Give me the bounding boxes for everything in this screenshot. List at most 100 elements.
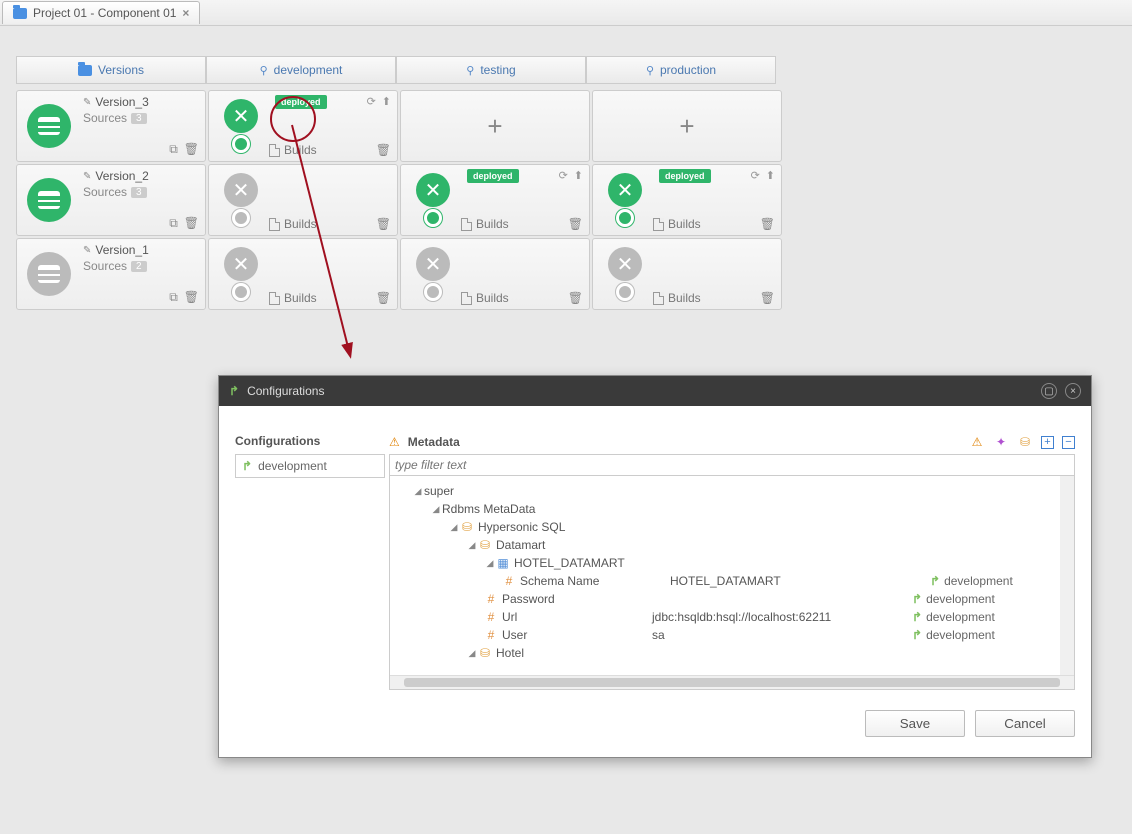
copy-icon[interactable]: ⧉ xyxy=(169,290,178,305)
warning-icon[interactable]: ⚠ xyxy=(969,434,985,450)
trash-icon[interactable]: 🗑 xyxy=(568,291,583,305)
config-item-development[interactable]: ↱ development xyxy=(235,454,385,478)
tree-toggle[interactable]: ◢ xyxy=(466,648,478,659)
edit-icon[interactable]: ✎ xyxy=(83,245,91,256)
branch-icon: ↱ xyxy=(229,384,239,398)
file-icon xyxy=(269,292,280,305)
branch-icon: ↱ xyxy=(930,574,940,588)
dot-icon xyxy=(616,209,634,227)
refresh-icon[interactable]: ⟳ xyxy=(751,169,760,182)
col-versions[interactable]: Versions xyxy=(16,56,206,84)
table-icon: ▦ xyxy=(496,556,510,570)
tab-close-icon[interactable]: × xyxy=(182,6,189,20)
wrench-icon: ✕ xyxy=(416,173,450,207)
save-button[interactable]: Save xyxy=(865,710,965,737)
deployed-badge: deployed xyxy=(659,169,711,183)
warning-icon: ⚠ xyxy=(389,435,400,449)
trash-icon[interactable]: 🗑 xyxy=(760,217,775,231)
dialog-title: Configurations xyxy=(247,384,324,398)
project-tab[interactable]: Project 01 - Component 01 × xyxy=(2,1,200,24)
upload-icon[interactable]: ⬆ xyxy=(574,169,583,182)
tree-toggle[interactable]: ◢ xyxy=(466,540,478,551)
build-card-test-1[interactable]: ✕ Builds 🗑 xyxy=(400,238,590,310)
version-card-3[interactable]: ✎Version_3 Sources3 ⧉🗑 xyxy=(16,90,206,162)
cancel-button[interactable]: Cancel xyxy=(975,710,1075,737)
trash-icon[interactable]: 🗑 xyxy=(184,142,199,157)
build-card-prod-2[interactable]: ✕ deployed ⟳⬆ Builds 🗑 xyxy=(592,164,782,236)
edit-icon[interactable]: ✎ xyxy=(83,97,91,108)
trash-icon[interactable]: 🗑 xyxy=(760,291,775,305)
trash-icon[interactable]: 🗑 xyxy=(184,290,199,305)
collapse-all-icon[interactable]: − xyxy=(1062,436,1075,449)
build-card-dev-2[interactable]: ✕ Builds 🗑 xyxy=(208,164,398,236)
copy-icon[interactable]: ⧉ xyxy=(169,142,178,157)
wrench-icon: ✕ xyxy=(416,247,450,281)
deployed-badge: deployed xyxy=(467,169,519,183)
hash-icon: # xyxy=(502,574,516,588)
close-icon[interactable]: × xyxy=(1065,383,1081,399)
upload-icon[interactable]: ⬆ xyxy=(382,95,391,108)
configurations-header: Configurations xyxy=(235,434,385,448)
database-icon xyxy=(27,252,71,296)
configurations-panel: Configurations ↱ development xyxy=(235,434,385,745)
wand-icon[interactable]: ✦ xyxy=(993,434,1009,450)
tree-toggle[interactable]: ◢ xyxy=(430,504,442,515)
expand-all-icon[interactable]: + xyxy=(1041,436,1054,449)
deployed-badge: deployed xyxy=(275,95,327,109)
card-grid: ✎Version_3 Sources3 ⧉🗑 ✕ deployed ⟳⬆ Bui… xyxy=(0,84,1132,318)
hash-icon: # xyxy=(484,628,498,642)
build-card-prod-1[interactable]: ✕ Builds 🗑 xyxy=(592,238,782,310)
add-build-testing[interactable]: + xyxy=(400,90,590,162)
build-card-dev-3[interactable]: ✕ deployed ⟳⬆ Builds 🗑 xyxy=(208,90,398,162)
trash-icon[interactable]: 🗑 xyxy=(568,217,583,231)
wrench-icon: ✕ xyxy=(224,99,258,133)
file-icon xyxy=(653,218,664,231)
horizontal-scrollbar[interactable] xyxy=(390,675,1074,689)
datamart-icon: ⛁ xyxy=(478,538,492,552)
column-headers: Versions ⚲development ⚲testing ⚲producti… xyxy=(0,56,1132,84)
share-icon: ⚲ xyxy=(466,64,474,77)
vertical-scrollbar[interactable] xyxy=(1060,476,1074,675)
trash-icon[interactable]: 🗑 xyxy=(376,217,391,231)
trash-icon[interactable]: 🗑 xyxy=(184,216,199,231)
refresh-icon[interactable]: ⟳ xyxy=(559,169,568,182)
share-icon: ⚲ xyxy=(646,64,654,77)
tab-title: Project 01 - Component 01 xyxy=(33,6,176,20)
branch-icon: ↱ xyxy=(912,628,922,642)
tree-toggle[interactable]: ◢ xyxy=(448,522,460,533)
branch-icon: ↱ xyxy=(242,459,252,473)
tab-bar: Project 01 - Component 01 × xyxy=(0,0,1132,26)
metadata-panel: ⚠ Metadata ⚠ ✦ ⛁ + − ◢super ◢Rdbms MetaD… xyxy=(389,434,1075,745)
col-development[interactable]: ⚲development xyxy=(206,56,396,84)
trash-icon[interactable]: 🗑 xyxy=(376,143,391,157)
upload-icon[interactable]: ⬆ xyxy=(766,169,775,182)
trash-icon[interactable]: 🗑 xyxy=(376,291,391,305)
database-icon[interactable]: ⛁ xyxy=(1017,434,1033,450)
edit-icon[interactable]: ✎ xyxy=(83,171,91,182)
file-icon xyxy=(269,218,280,231)
filter-input[interactable] xyxy=(389,454,1075,476)
branch-icon: ↱ xyxy=(912,592,922,606)
restore-icon[interactable]: ▢ xyxy=(1041,383,1057,399)
wrench-icon: ✕ xyxy=(224,173,258,207)
col-testing[interactable]: ⚲testing xyxy=(396,56,586,84)
version-card-2[interactable]: ✎Version_2 Sources3 ⧉🗑 xyxy=(16,164,206,236)
tree-toggle[interactable]: ◢ xyxy=(412,486,424,497)
file-icon xyxy=(269,144,280,157)
build-card-test-2[interactable]: ✕ deployed ⟳⬆ Builds 🗑 xyxy=(400,164,590,236)
build-card-dev-1[interactable]: ✕ Builds 🗑 xyxy=(208,238,398,310)
col-production[interactable]: ⚲production xyxy=(586,56,776,84)
copy-icon[interactable]: ⧉ xyxy=(169,216,178,231)
count-badge: 3 xyxy=(131,187,147,198)
wrench-icon: ✕ xyxy=(224,247,258,281)
add-build-production[interactable]: + xyxy=(592,90,782,162)
refresh-icon[interactable]: ⟳ xyxy=(367,95,376,108)
database-icon: ⛁ xyxy=(460,520,474,534)
count-badge: 3 xyxy=(131,113,147,124)
dot-icon xyxy=(424,209,442,227)
tree-toggle[interactable]: ◢ xyxy=(484,558,496,569)
wrench-icon: ✕ xyxy=(608,173,642,207)
version-card-1[interactable]: ✎Version_1 Sources2 ⧉🗑 xyxy=(16,238,206,310)
folder-icon xyxy=(13,8,27,19)
metadata-tree[interactable]: ◢super ◢Rdbms MetaData ◢⛁Hypersonic SQL … xyxy=(389,476,1075,690)
